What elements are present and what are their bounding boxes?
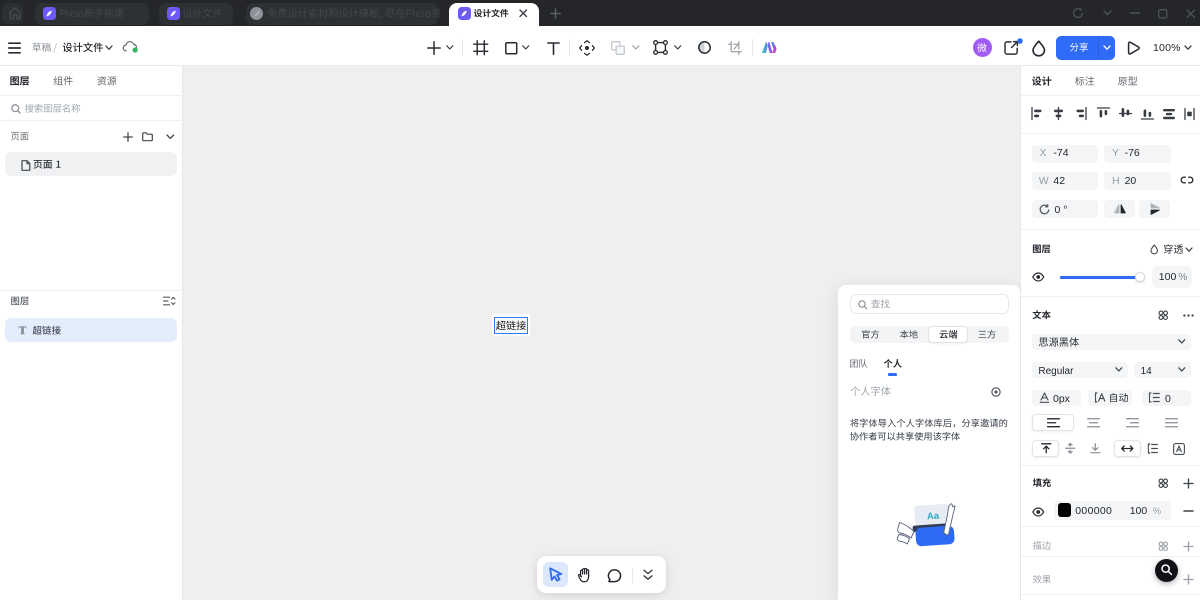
svg-text:Aa: Aa [927,511,941,523]
